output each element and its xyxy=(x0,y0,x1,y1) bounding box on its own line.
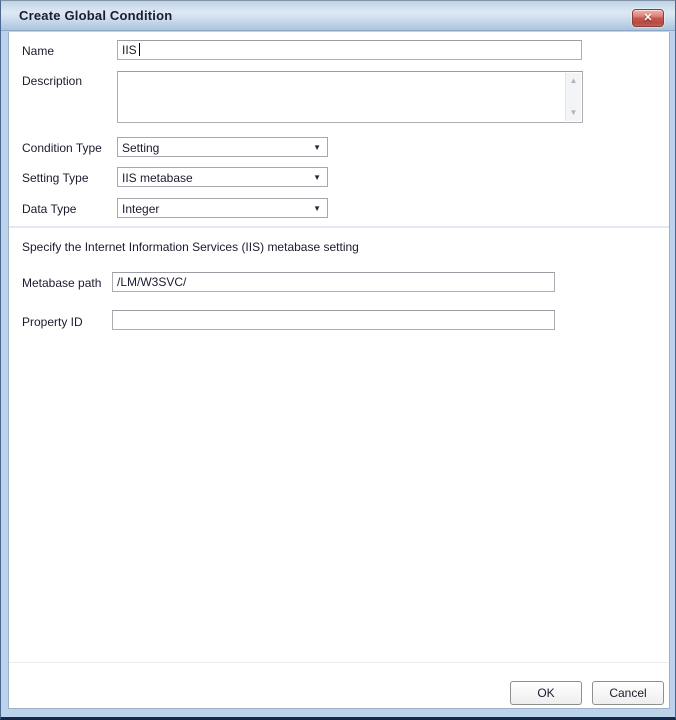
text-caret xyxy=(139,43,140,56)
name-label: Name xyxy=(22,44,54,58)
close-icon: ✕ xyxy=(633,10,663,26)
create-global-condition-dialog: Create Global Condition ✕ Name Descripti… xyxy=(0,0,676,720)
data-type-dropdown[interactable]: Integer ▼ xyxy=(117,198,328,218)
section-divider xyxy=(9,226,669,228)
condition-type-dropdown[interactable]: Setting ▼ xyxy=(117,137,328,157)
close-button[interactable]: ✕ xyxy=(632,9,664,27)
metabase-section-heading: Specify the Internet Information Service… xyxy=(22,240,359,254)
dialog-body: Name Description ▲ ▼ Condition Type Sett… xyxy=(8,32,670,709)
chevron-down-icon: ▼ xyxy=(313,204,321,214)
name-input[interactable] xyxy=(117,40,582,60)
metabase-path-input[interactable] xyxy=(112,272,555,292)
property-id-label: Property ID xyxy=(22,315,83,329)
data-type-value: Integer xyxy=(122,202,159,216)
metabase-path-label: Metabase path xyxy=(22,276,101,290)
scroll-down-icon[interactable]: ▼ xyxy=(566,106,581,120)
setting-type-label: Setting Type xyxy=(22,171,89,185)
chevron-down-icon: ▼ xyxy=(313,143,321,153)
condition-type-label: Condition Type xyxy=(22,141,102,155)
footer-divider xyxy=(9,662,669,663)
description-input[interactable]: ▲ ▼ xyxy=(117,71,583,123)
description-scrollbar[interactable]: ▲ ▼ xyxy=(565,73,581,121)
setting-type-dropdown[interactable]: IIS metabase ▼ xyxy=(117,167,328,187)
ok-button[interactable]: OK xyxy=(510,681,582,705)
property-id-input[interactable] xyxy=(112,310,555,330)
window-title: Create Global Condition xyxy=(19,8,172,23)
titlebar[interactable]: Create Global Condition ✕ xyxy=(1,1,675,31)
chevron-down-icon: ▼ xyxy=(313,173,321,183)
condition-type-value: Setting xyxy=(122,141,159,155)
data-type-label: Data Type xyxy=(22,202,76,216)
cancel-button[interactable]: Cancel xyxy=(592,681,664,705)
scroll-up-icon[interactable]: ▲ xyxy=(566,74,581,88)
setting-type-value: IIS metabase xyxy=(122,171,193,185)
description-label: Description xyxy=(22,74,82,88)
